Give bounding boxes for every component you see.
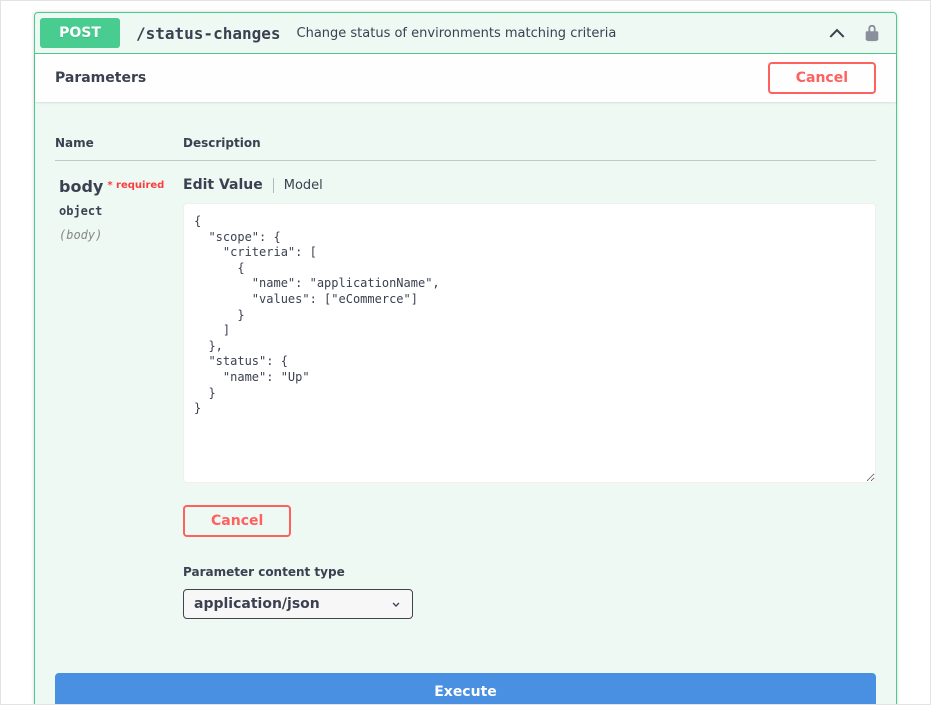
http-method-badge: POST xyxy=(40,18,120,48)
parameters-title: Parameters xyxy=(55,70,146,86)
name-column-header: Name xyxy=(55,122,183,161)
operation-body: Parameters Cancel Name Description body *… xyxy=(35,54,896,705)
parameters-section-header: Parameters Cancel xyxy=(35,54,896,102)
swagger-page: POST /status-changes Change status of en… xyxy=(0,0,931,705)
execute-section: Execute xyxy=(35,653,896,705)
param-type: object xyxy=(59,204,175,218)
content-type-label: Parameter content type xyxy=(183,565,876,579)
tab-edit-value[interactable]: Edit Value xyxy=(183,177,263,193)
content-type-select[interactable]: application/json xyxy=(183,589,413,619)
post-operation-block: POST /status-changes Change status of en… xyxy=(34,12,897,705)
content-type-select-wrap: application/json xyxy=(183,589,413,619)
try-out-cancel-button[interactable]: Cancel xyxy=(768,62,876,94)
summary-icons xyxy=(827,23,891,43)
param-description-cell: Edit Value Model { "scope": { "criteria"… xyxy=(183,161,876,619)
parameters-table: Name Description body * required object (… xyxy=(35,102,896,619)
editor-cancel-button[interactable]: Cancel xyxy=(183,505,291,537)
tab-divider xyxy=(273,178,274,193)
lock-icon[interactable] xyxy=(863,24,881,42)
description-column-header: Description xyxy=(183,122,876,161)
operation-summary-header[interactable]: POST /status-changes Change status of en… xyxy=(35,13,896,54)
endpoint-summary: Change status of environments matching c… xyxy=(291,26,818,41)
tab-model[interactable]: Model xyxy=(284,178,323,193)
param-required-badge: * required xyxy=(107,180,164,191)
param-name: body xyxy=(59,177,103,196)
param-name-cell: body * required object (body) xyxy=(55,161,183,619)
request-body-textarea[interactable]: { "scope": { "criteria": [ { "name": "ap… xyxy=(183,203,876,483)
chevron-up-icon[interactable] xyxy=(827,23,847,43)
execute-button[interactable]: Execute xyxy=(55,673,876,705)
editor-tabs: Edit Value Model xyxy=(183,177,876,193)
param-location: (body) xyxy=(59,228,175,242)
endpoint-path: /status-changes xyxy=(130,24,281,43)
